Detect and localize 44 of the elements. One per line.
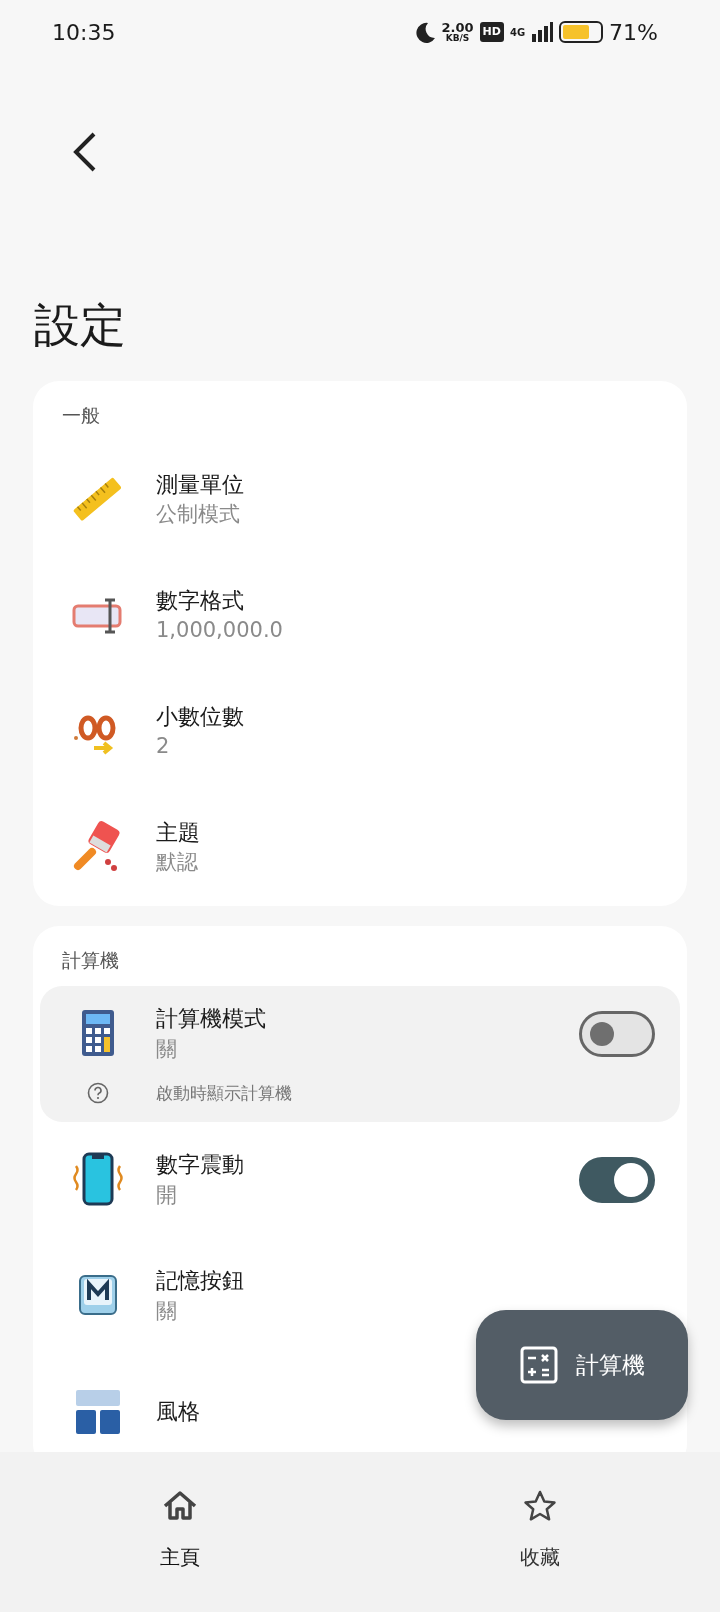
calculator-fab[interactable]: 計算機 — [476, 1310, 688, 1420]
setting-value: 公制模式 — [156, 501, 241, 529]
clock: 10:35 — [52, 18, 116, 47]
section-label: 計算機 — [61, 947, 120, 973]
setting-value: 1,000,000.0 — [156, 617, 283, 645]
nav-tab[interactable]: 主頁 — [0, 1452, 360, 1612]
setting-title: 風格 — [156, 1397, 200, 1426]
hd-badge: HD — [479, 21, 504, 43]
setting-title: 主題 — [156, 818, 200, 847]
settings-row[interactable]: 風格 — [40, 1354, 224, 1452]
help-icon — [87, 1082, 109, 1105]
setting-title: 計算機模式 — [156, 1005, 267, 1034]
setting-value: 關 — [156, 1036, 178, 1063]
settings-row[interactable]: 計算機模式 關 啟動時顯示計算機 — [40, 986, 680, 1123]
calculator-icon — [519, 1346, 558, 1384]
settings-row[interactable]: 數字震動 開 — [40, 1122, 680, 1239]
setting-value: 開 — [156, 1182, 178, 1210]
settings-row[interactable]: 小數位數 2 — [40, 673, 268, 790]
setting-title: 小數位數 — [156, 702, 244, 731]
network-speed: 2.00 KB/S — [441, 21, 474, 43]
star-icon — [521, 1488, 559, 1524]
toggle-switch[interactable] — [579, 1157, 655, 1204]
page-title: 設定 — [34, 298, 127, 354]
battery-percent: 71% — [609, 18, 658, 47]
signal-icon — [531, 22, 554, 42]
setting-title: 數字震動 — [156, 1151, 245, 1180]
nav-tab[interactable]: 收藏 — [360, 1452, 720, 1612]
setting-value: 默認 — [156, 849, 199, 877]
moon-icon — [413, 21, 436, 43]
vibrating-phone-icon — [70, 1152, 126, 1209]
toggle-switch[interactable] — [579, 1011, 655, 1058]
setting-title: 記憶按鈕 — [156, 1267, 244, 1296]
hint-text: 啟動時顯示計算機 — [156, 1081, 292, 1105]
section-label: 一般 — [61, 403, 101, 429]
setting-value: 2 — [156, 733, 171, 761]
setting-title: 測量單位 — [156, 470, 244, 499]
setting-title: 數字格式 — [156, 586, 245, 615]
settings-row[interactable]: 測量單位 公制模式 — [40, 441, 268, 558]
settings-row[interactable]: 數字格式 1,000,000.0 — [40, 557, 307, 674]
battery-icon — [559, 21, 604, 43]
settings-row[interactable]: 記憶按鈕 關 — [40, 1238, 268, 1355]
setting-value: 關 — [156, 1298, 178, 1326]
settings-row[interactable]: 主題 默認 — [40, 789, 224, 906]
network-type: 4G — [509, 25, 526, 40]
